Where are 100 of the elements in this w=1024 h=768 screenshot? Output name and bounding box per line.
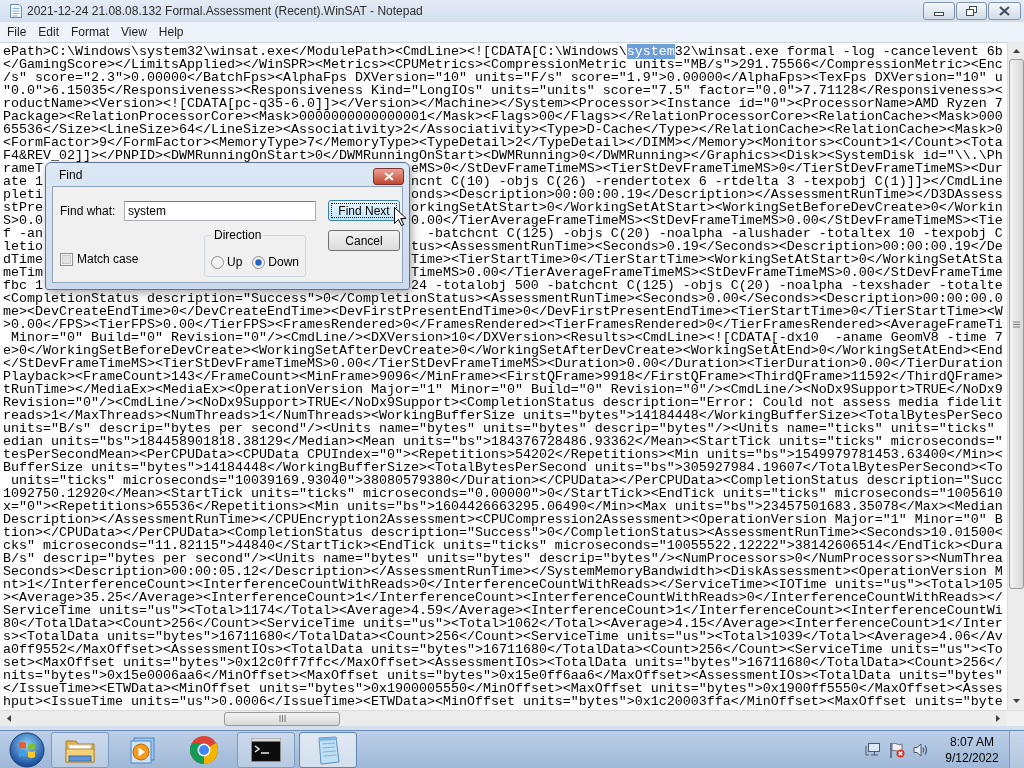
text-line: 65536</Size><LineSize>64</LineSize><Associativity>2</Associativity><Type>D-Cache</Type></RelationCache><RelationCache><Mask>0 bbox=[3, 123, 1003, 136]
minimize-button[interactable] bbox=[923, 2, 955, 20]
checkbox[interactable]: Match case bbox=[60, 250, 139, 268]
text-line: Description></AssessmentRunTime></CPUEncryption2Assessment><CPUCompression2Assessment><OperationVersion Major="1" Minor="0" B bbox=[3, 513, 1003, 526]
text-line: Playback><FrameCount>143</FrameCount><MinFrame>9096</MinFrame><FirstQFrame>9918</FirstQFrame><ThirdQFrame>11592</ThirdQFrame> bbox=[3, 370, 1003, 383]
text-line: tesPerSecondMean><PerCPUData><CPUData CPUIndex="0"><Repetitions>54202</Repetitions><Min units="bs">1549979781453.63400</Min>< bbox=[3, 448, 1003, 461]
text-line: 80</TotalData><Count>256</Count><ServiceTime units="us"><Total>1062</Total><Average>4.15</Average><InterferenceCount>1</Inter bbox=[3, 617, 1003, 630]
horizontal-scrollbar[interactable] bbox=[0, 710, 1007, 726]
text-line: 24 -totalobj 500 -batchcnt C(125) -objs C(20) -noalpha -texshader -totalte bbox=[410, 279, 1003, 292]
window-title: 2021-12-24 21.08.08.132 Formal.Assessment (Recent).WinSAT - Notepad bbox=[27, 3, 423, 20]
text-line: nits="bytes">0x15e0006aa6</MinOffset><MaxOffset units="bytes">0x15e0ff6aa6</MaxOffset><AssessmentIOs><TotalData units="bytes" bbox=[3, 669, 1003, 682]
text-line: pleti bbox=[3, 188, 43, 201]
media-player-icon[interactable] bbox=[128, 735, 156, 764]
text-line: Package><RelationProcessorCore><Mask>0000000000000001</Mask><Flags>00</Flags></RelationProcessorCore><RelationCache><Mask>000 bbox=[3, 110, 1003, 123]
text-line: onds><Description>00:00:00.19</Description></AssessmentRunTime></D3DAssess bbox=[410, 188, 1003, 201]
radio-icon[interactable] bbox=[252, 255, 266, 269]
text-line: eMS>0</StDevFrameTimeMS><TierStDevFrameTimeMS>0</TierStDevFrameTimeMS><Dur bbox=[410, 162, 1003, 175]
text-line: <FormFactor>9</FormFactor><MemoryType>7</MemoryType><TypeDetail>2</TypeDetail></DIMM></Memory><Monitors><Count>1</Count><Tota bbox=[3, 136, 1003, 149]
radio-icon[interactable] bbox=[210, 255, 224, 269]
text-line: tRunTime></MediaEx><MediaEx><OperationVersion Major="1" Minor="0" Build="0" Revision="0"/><CmdLine/><NoDx9Support>TRUE</NoDx9 bbox=[3, 383, 1003, 396]
restore-button[interactable] bbox=[956, 2, 987, 20]
restore-icon bbox=[966, 6, 977, 16]
minimize-icon bbox=[934, 11, 944, 16]
text-line: Revision="0"/><CmdLine/><NoDx9Support>TRUE</NoDx9Support><CompletionStatus description="Error: Could not assess media fidelit bbox=[3, 396, 1003, 409]
text-line: stPre bbox=[3, 201, 43, 214]
text-line: dTime bbox=[3, 253, 43, 266]
text-line: units="B/s" descrip="bytes per second"/><Units name="bytes" units="bytes" descrip="bytes"/><Units name="ticks" units="ticks" bbox=[3, 422, 995, 435]
menu-item[interactable]: Format bbox=[65, 23, 116, 41]
up-arrow-icon[interactable] bbox=[1012, 49, 1020, 53]
text-line: Minor="0" Build="0" Revision="0"/><CmdLine/><DXVersion>10</DXVersion><Results><CmdLine><![CDATA[-dx10 -aname GeomV8 -time 7 bbox=[11, 331, 1003, 344]
text-line: tion></CPUData></PerCPUData><CompletionStatus description="Success">0</CompletionStatus><AssessmentRunTime><Seconds>10.01500< bbox=[3, 526, 1003, 539]
text-line: B/s" descrip="bytes per second"/><Units name="bytes" units="bytes" descrip="bytes"/><NumProcessors>0</NumProcessors><NumThrea bbox=[3, 552, 1003, 565]
notepad-icon bbox=[8, 3, 24, 19]
text-line: TimeMS>0.00</TierAverageFrameTimeMS><StDevFrameTimeMS>0.00</StDevFrameTime bbox=[410, 266, 1003, 279]
down-arrow-icon[interactable] bbox=[1012, 699, 1020, 703]
close-button[interactable] bbox=[373, 167, 404, 185]
text-line: 1092750.12920</Mean><StartTick units="ticks" microseconds="0.00000">0</StartTick><EndTick units="ticks" microseconds="1005610 bbox=[3, 487, 1003, 500]
text-line: tus><AssessmentRunTime><Seconds>0.19</Seconds><Description>00:00:00.19</De bbox=[410, 240, 1003, 253]
terminal-icon bbox=[251, 737, 281, 762]
text-line: letio bbox=[3, 240, 43, 253]
text-line: Seconds><Description>00:00:05.12</Description></AssessmentRunTime></SystemMemoryBandwidth><DiskAssessment><OperationVersion M bbox=[3, 565, 1003, 578]
text-line: units="ticks" microseconds="10039169.93040">38080579380</Duration></CPUData></PerCPUData><CompletionStatus description="Succ bbox=[10, 474, 1003, 487]
text-line: x="0"><Repetitions>65536</Repetitions><Min units="bs">1604426663295.06490</Min><Max units="bs">23457501683.35078</Max><Median bbox=[3, 500, 1003, 513]
text-line: ServiceTime units="us"><Total>1174</Total><Average>4.59</Average><InterferenceCount>1</InterferenceCount><InterferenceCountWi bbox=[3, 604, 1003, 617]
grip-icon bbox=[1012, 320, 1020, 328]
text-line: set><MaxOffset units="bytes">0x12c0ff7ffc</MaxOffset><AssessmentIOs><TotalData units="bytes">16711680</TotalData><Count>256</ bbox=[3, 656, 1003, 669]
text-line: -batchcnt C(125) -objs C(20) -noalpha -alushader -totaltex 10 -texpobj C bbox=[426, 227, 1003, 240]
taskbar-button[interactable] bbox=[237, 731, 295, 768]
menu-item[interactable]: Help bbox=[152, 23, 190, 41]
text-line: reads>1</MaxThreads><NumThreads>1</NumThreads><WorkingBufferSize units="bytes">14184448</WorkingBufferSize><TotalBytesPerSeco bbox=[3, 409, 1003, 422]
text-line: edian units="bs">184458901818.38129</Median><Mean units="bs">184376728486.93362</Mean><StartTick units="ticks" microseconds=" bbox=[3, 435, 1003, 448]
text-line: Time><TierStartTime>0</TierStartTime><WorkingSetAtStart>0</WorkingSetAtSta bbox=[410, 253, 1003, 266]
right-arrow-icon[interactable] bbox=[996, 715, 1000, 722]
text-line: meTim bbox=[3, 266, 43, 279]
search-field[interactable]: system bbox=[124, 201, 316, 221]
text-line: roductName><Version><![CDATA[pc-q35-6.0]]></Version></Machine></System><Processor><Instance id="0"><ProcessorName>AMD Ryzen 7 bbox=[3, 97, 1003, 110]
vertical-scrollbar[interactable] bbox=[1007, 42, 1024, 710]
mouse-pointer-icon bbox=[394, 207, 406, 226]
text-line: e>0</WorkingSetBeforeDevCreate><WorkingSetAfterDevCreate>0</WorkingSetAfterDevCreate><WorkingSetAtEnd>0</WorkingSetAtEnd><End bbox=[3, 344, 1003, 357]
close-icon bbox=[999, 6, 1010, 16]
close-button[interactable] bbox=[988, 2, 1021, 20]
clock-time[interactable]: 8:07 AM bbox=[950, 733, 994, 750]
speaker-icon[interactable] bbox=[913, 741, 929, 758]
radio-button[interactable]: Up bbox=[210, 253, 243, 271]
network-icon[interactable] bbox=[865, 741, 881, 758]
text-line: >0.00</FPS><TierFPS>0.00</TierFPS><FramesRendered>0</FramesRendered><TierFramesRendered>0</TierFramesRendered><AverageFrameTi bbox=[3, 318, 1003, 331]
flag-icon[interactable] bbox=[889, 741, 905, 758]
ring-logo-icon[interactable] bbox=[189, 734, 219, 765]
text-line: <CompletionStatus description="Success">0</CompletionStatus><AssessmentRunTime><Seconds>0.00</Seconds><Description>00:00:00.0 bbox=[3, 292, 1003, 305]
text-line: S>0.0 bbox=[3, 214, 43, 227]
cancel-button[interactable]: Cancel bbox=[328, 230, 400, 251]
text-line: ate 1 bbox=[3, 175, 43, 188]
text-line: hput><IssueTime units="us">0.0006</IssueTime><ETWData><MinOffset units="bytes">0x1c20003ffa</MinOffset><MaxOffset units="byte bbox=[3, 695, 1003, 708]
scrollbar-thumb[interactable] bbox=[1008, 59, 1024, 589]
text-line: rameT bbox=[3, 162, 43, 175]
text-line: f -an bbox=[3, 227, 43, 240]
scrollbar-thumb[interactable] bbox=[224, 711, 340, 726]
scrollbar-corner bbox=[1007, 710, 1024, 726]
clock-date[interactable]: 9/12/2022 bbox=[945, 749, 999, 766]
text-line: </GamingScore></LimitsApplied></WinSPR><Metrics><CPUMetrics><CompressionMetric units="MB/s">291.75566</CompressionMetric><Enc bbox=[3, 58, 1003, 71]
text-line: ePath>C:\Windows\system32\winsat.exe</ModulePath><CmdLine><![CDATA[C:\Windows\system32\winsat.exe formal -log -cancelevent 6b bbox=[3, 45, 1003, 58]
text-line: a0ff9552</MaxOffset><AssessmentIOs><TotalData units="bytes">16711680</TotalData><Count>256</Count><ServiceTime units="us"><To bbox=[3, 643, 1003, 656]
left-arrow-icon[interactable] bbox=[7, 715, 11, 722]
menu-item[interactable]: View bbox=[115, 23, 153, 41]
text-line: orkingSetAtStart>0</WorkingSetAtStart><WorkingSetBeforeDevCreate>0</Workin bbox=[410, 201, 1003, 214]
text-line: </IssueTime><ETWData><MinOffset units="bytes">0x1900005550</MinOffset><MaxOffset units="bytes">0x1900ff5550</MaxOffset><Asses bbox=[3, 682, 1003, 695]
text-line: s><TotalData units="bytes">16711680</TotalData><Count>256</Count><ServiceTime units="us"><Total>1039</Total><Average>4.06</Av bbox=[3, 630, 1003, 643]
find-next-button[interactable]: Find Next bbox=[328, 200, 400, 221]
grip-icon bbox=[278, 715, 286, 722]
text-line: </StDevFrameTimeMS><TierStDevFrameTimeMS>0.00</TierStDevFrameTimeMS><Duration>0.00</Duration><TierDuration>0.00</TierDuration bbox=[3, 357, 1003, 370]
checkbox-icon[interactable] bbox=[60, 252, 73, 266]
start-orb-icon[interactable] bbox=[9, 731, 45, 768]
text-line: cks" microseconds="11.82115">44840</StartTick><EndTick units="ticks" microseconds="10055522.12222">38142606514</EndTick><Dura bbox=[3, 539, 1003, 552]
radio-button[interactable]: Down bbox=[252, 253, 299, 271]
text-line: "0.0">6.15035</Responsiveness><Responsiveness Kind="LongIOs" units="units" score="7.5" factor="0.0">7.71128</Responsiveness>< bbox=[3, 84, 1003, 97]
field-label: Find what: bbox=[60, 203, 116, 220]
menu-item[interactable]: Edit bbox=[32, 23, 66, 41]
menu-item[interactable]: File bbox=[1, 23, 33, 41]
group-label: Direction bbox=[212, 227, 263, 244]
text-line: ><Average>35.25</Average><InterferenceCount>1</InterferenceCount><InterferenceCountWithReads>0</InterferenceCountWithReads></ bbox=[3, 591, 1003, 604]
